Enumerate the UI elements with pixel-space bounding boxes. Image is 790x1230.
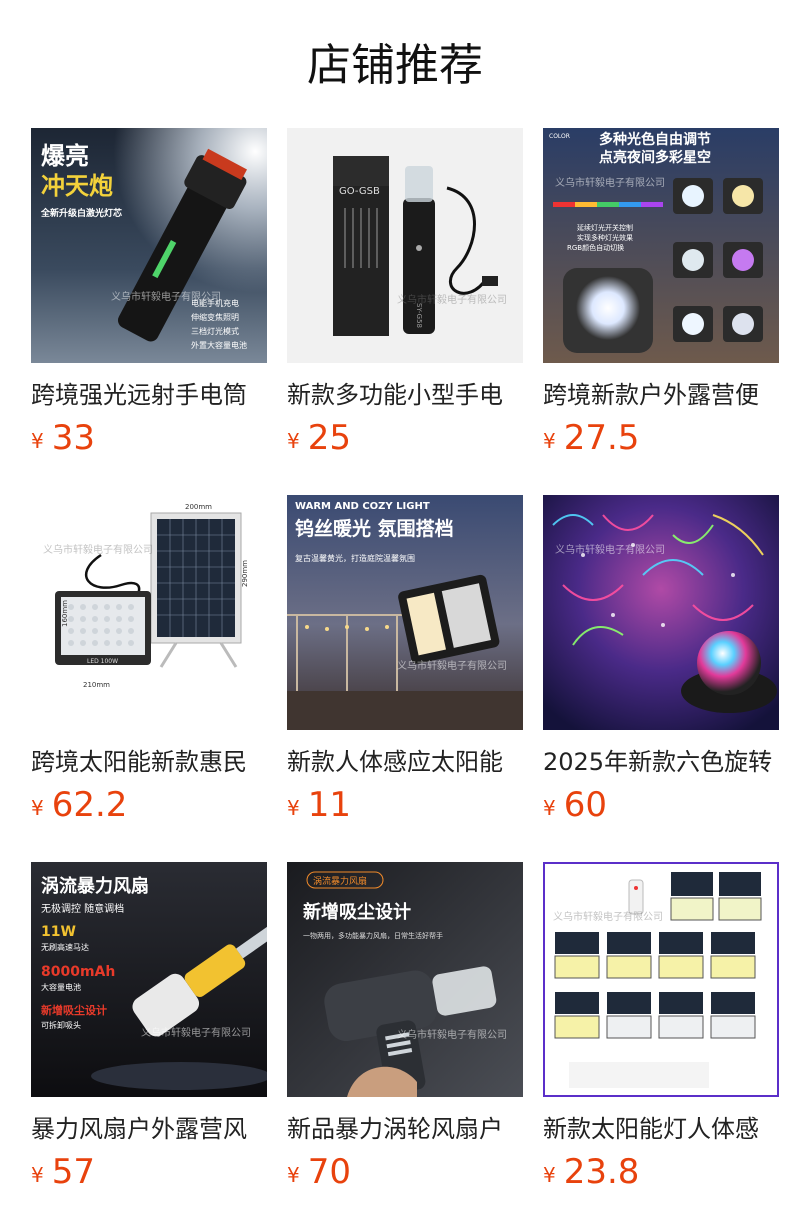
spec-1-note: 无刷高速马达 (41, 942, 89, 952)
note-1: 延续灯光开关控制 (577, 223, 633, 232)
product-card[interactable]: 义乌市轩毅电子有限公司 新款太阳能灯人体感 ¥23.8 (543, 862, 779, 1192)
watermark: 义乌市轩毅电子有限公司 (555, 176, 665, 189)
watermark: 义乌市轩毅电子有限公司 (141, 1026, 251, 1039)
spec-2-note: 大容量电池 (41, 982, 81, 992)
product-name[interactable]: 跨境新款户外露营便 (543, 378, 779, 412)
image-headline-en: WARM AND COZY LIGHT (295, 501, 430, 512)
feature-2: 伸缩变焦照明 (191, 312, 239, 322)
note-2: 实现多种灯光效果 (577, 233, 633, 242)
currency-symbol: ¥ (31, 429, 44, 453)
product-name[interactable]: 2025年新款六色旋转 (543, 745, 779, 779)
spec-3-note: 可拆卸吸头 (41, 1020, 81, 1030)
watermark: 义乌市轩毅电子有限公司 (397, 659, 507, 672)
watermark: 义乌市轩毅电子有限公司 (43, 543, 153, 556)
note-3: RGB颜色自动切换 (567, 243, 624, 252)
product-name[interactable]: 新款人体感应太阳能 (287, 745, 523, 779)
product-name[interactable]: 暴力风扇户外露营风 (31, 1112, 267, 1146)
small-label: COLOR (549, 133, 570, 140)
product-price: ¥70 (287, 1152, 351, 1192)
image-headline-1: 涡流暴力风扇 (41, 875, 149, 897)
box-label: GO-GSB (339, 186, 380, 197)
image-headline-2: 点亮夜间多彩星空 (599, 149, 711, 166)
product-price: ¥57 (31, 1152, 95, 1192)
feature-3: 三档灯光模式 (191, 326, 239, 336)
watermark: 义乌市轩毅电子有限公司 (397, 1028, 507, 1041)
price-value: 27.5 (563, 418, 640, 458)
price-value: 57 (51, 1152, 95, 1192)
spec-1: 11W (41, 924, 76, 940)
image-headline-1: 钨丝暖光 氛围搭档 (295, 517, 454, 540)
product-price: ¥11 (287, 785, 351, 825)
dim-top: 200mm (185, 503, 212, 511)
currency-symbol: ¥ (287, 429, 300, 453)
product-image[interactable]: 涡流暴力风扇 无极调控 随意调档 11W 无刷高速马达 8000mAh 大容量电… (31, 862, 267, 1097)
price-value: 60 (563, 785, 607, 825)
product-card[interactable]: 涡流暴力风扇 新增吸尘设计 一物两用，多功能暴力风扇，日常生活好帮手 义乌市轩毅… (287, 862, 523, 1192)
product-image[interactable]: 涡流暴力风扇 新增吸尘设计 一物两用，多功能暴力风扇，日常生活好帮手 义乌市轩毅… (287, 862, 523, 1097)
currency-symbol: ¥ (31, 1163, 44, 1187)
price-value: 11 (307, 785, 351, 825)
product-card[interactable]: 爆亮 冲天炮 全新升级白激光灯芯 电能手机充电 伸缩变焦照明 三档灯光模式 外置… (31, 128, 267, 458)
watermark: 义乌市轩毅电子有限公司 (555, 543, 665, 556)
price-value: 25 (307, 418, 351, 458)
currency-symbol: ¥ (543, 429, 556, 453)
watermark: 义乌市轩毅电子有限公司 (553, 910, 663, 923)
image-headline-1: 新增吸尘设计 (303, 901, 411, 923)
product-card[interactable]: 涡流暴力风扇 无极调控 随意调档 11W 无刷高速马达 8000mAh 大容量电… (31, 862, 267, 1192)
watermark: 义乌市轩毅电子有限公司 (397, 293, 507, 306)
product-image[interactable]: 义乌市轩毅电子有限公司 (543, 862, 779, 1097)
product-name[interactable]: 新款多功能小型手电 (287, 378, 523, 412)
image-headline-1: 爆亮 (41, 142, 89, 170)
spec-3: 新增吸尘设计 (41, 1003, 107, 1017)
product-card[interactable]: WARM AND COZY LIGHT 钨丝暖光 氛围搭档 复古温馨黄光，打造庭… (287, 495, 523, 825)
dim-right: 290mm (241, 560, 249, 587)
product-price: ¥33 (31, 418, 95, 458)
product-grid: 爆亮 冲天炮 全新升级白激光灯芯 电能手机充电 伸缩变焦照明 三档灯光模式 外置… (31, 128, 790, 1230)
product-card[interactable]: GO-GSB SY-G58 义乌市轩毅电子有限公司 新款多功能小型手电 ¥25 (287, 128, 523, 458)
product-image[interactable]: GO-GSB SY-G58 义乌市轩毅电子有限公司 (287, 128, 523, 363)
dim-bottom: 210mm (83, 681, 110, 689)
currency-symbol: ¥ (31, 796, 44, 820)
lamp-label: LED 100W (87, 658, 118, 665)
product-price: ¥27.5 (543, 418, 639, 458)
image-subline: 全新升级白激光灯芯 (40, 207, 122, 219)
recommend-page: 店铺推荐 爆亮 冲天炮 全新升级白激光灯芯 电能手机充电 伸缩变焦照明 三档灯光… (0, 0, 790, 1230)
product-name[interactable]: 新款太阳能灯人体感 (543, 1112, 779, 1146)
body-label: SY-G58 (415, 303, 423, 328)
image-subline: 一物两用，多功能暴力风扇，日常生活好帮手 (303, 931, 443, 940)
product-image[interactable]: WARM AND COZY LIGHT 钨丝暖光 氛围搭档 复古温馨黄光，打造庭… (287, 495, 523, 730)
currency-symbol: ¥ (287, 796, 300, 820)
section-title: 店铺推荐 (307, 40, 483, 91)
product-price: ¥60 (543, 785, 607, 825)
price-value: 70 (307, 1152, 351, 1192)
feature-4: 外置大容量电池 (191, 340, 247, 350)
product-name[interactable]: 跨境太阳能新款惠民 (31, 745, 267, 779)
product-image[interactable]: 爆亮 冲天炮 全新升级白激光灯芯 电能手机充电 伸缩变焦照明 三档灯光模式 外置… (31, 128, 267, 363)
image-subline: 复古温馨黄光，打造庭院温馨氛围 (295, 553, 415, 563)
product-price: ¥23.8 (543, 1152, 639, 1192)
product-card[interactable]: COLOR 多种光色自由调节 点亮夜间多彩星空 延续灯光开关控制 实现多种灯光效… (543, 128, 779, 458)
product-card[interactable]: 义乌市轩毅电子有限公司 2025年新款六色旋转 ¥60 (543, 495, 779, 825)
price-value: 62.2 (51, 785, 128, 825)
product-image[interactable]: 义乌市轩毅电子有限公司 (543, 495, 779, 730)
dim-left: 160mm (61, 600, 69, 627)
image-tag: 涡流暴力风扇 (313, 875, 367, 887)
product-name[interactable]: 新品暴力涡轮风扇户 (287, 1112, 523, 1146)
image-headline-2: 冲天炮 (41, 172, 113, 200)
product-card[interactable]: 200mm 290mm LED 100W 160mm 210mm 义乌市轩毅电子… (31, 495, 267, 825)
product-name[interactable]: 跨境强光远射手电筒 (31, 378, 267, 412)
product-price: ¥62.2 (31, 785, 127, 825)
product-image[interactable]: COLOR 多种光色自由调节 点亮夜间多彩星空 延续灯光开关控制 实现多种灯光效… (543, 128, 779, 363)
currency-symbol: ¥ (543, 796, 556, 820)
image-sub-1: 无极调控 随意调档 (41, 902, 124, 915)
watermark: 义乌市轩毅电子有限公司 (111, 290, 221, 303)
price-value: 33 (51, 418, 95, 458)
currency-symbol: ¥ (543, 1163, 556, 1187)
product-image[interactable]: 200mm 290mm LED 100W 160mm 210mm 义乌市轩毅电子… (31, 495, 267, 730)
currency-symbol: ¥ (287, 1163, 300, 1187)
image-headline-1: 多种光色自由调节 (599, 131, 711, 148)
product-price: ¥25 (287, 418, 351, 458)
spec-2: 8000mAh (41, 964, 115, 980)
price-value: 23.8 (563, 1152, 640, 1192)
